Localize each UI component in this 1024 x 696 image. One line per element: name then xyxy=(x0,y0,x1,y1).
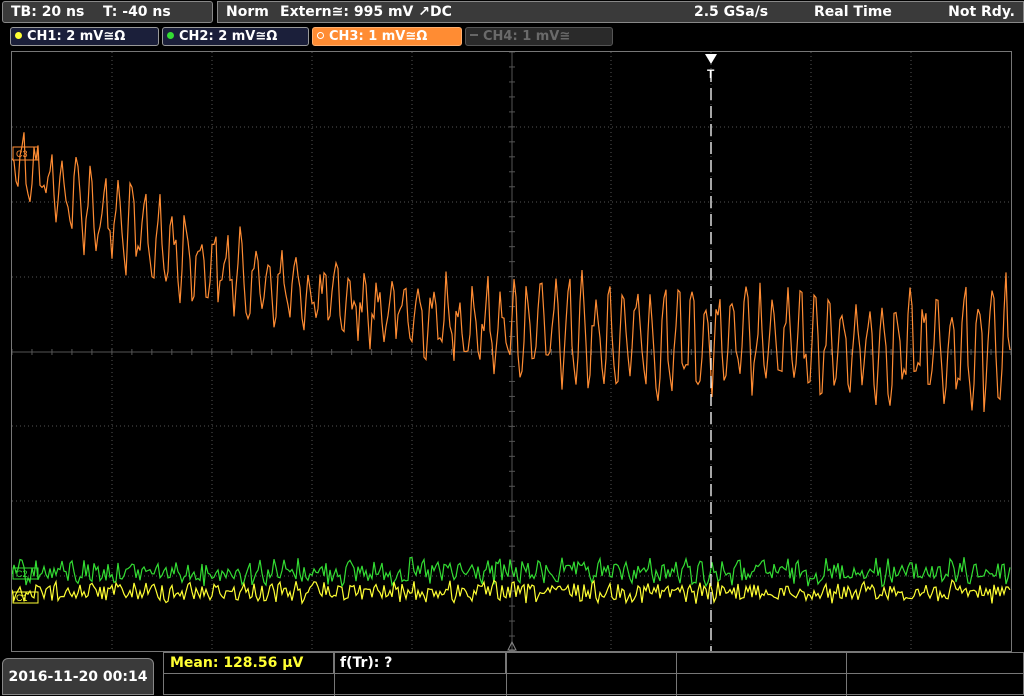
date-time-display: 2016-11-20 00:14 xyxy=(2,658,154,695)
measurement-panel[interactable]: Mean: 128.56 µV f(Tr): ? xyxy=(163,652,1024,696)
trigger-frequency-measurement[interactable]: f(Tr): ? xyxy=(334,653,506,674)
ch4-off-icon xyxy=(470,34,478,36)
channel-tab-ch1[interactable]: CH1: 2 mV≅Ω xyxy=(10,27,159,46)
acquisition-status-bar: Norm Extern≅: 995 mV ↗DC 2.5 GSa/s Real … xyxy=(217,1,1024,23)
ch3-label: CH3: 1 mV≅Ω xyxy=(329,29,428,44)
channel-tab-row: CH1: 2 mV≅Ω CH2: 2 mV≅Ω CH3: 1 mV≅Ω CH4:… xyxy=(0,26,1024,48)
ch2-marker-label: C2 xyxy=(16,569,28,579)
ch1-waveform xyxy=(12,578,1011,605)
ch3-waveform xyxy=(12,132,1011,413)
ch2-label: CH2: 2 mV≅Ω xyxy=(179,29,278,44)
trigger-source-label[interactable]: Extern≅: 995 mV ↗DC xyxy=(280,2,452,22)
run-state-label: Not Rdy. xyxy=(948,4,1015,20)
channel-tab-ch3[interactable]: CH3: 1 mV≅Ω xyxy=(312,27,462,46)
ch1-indicator-icon xyxy=(15,32,22,39)
sample-rate-label[interactable]: 2.5 GSa/s xyxy=(694,2,768,22)
channel-tab-ch2[interactable]: CH2: 2 mV≅Ω xyxy=(162,27,309,46)
channel-tab-ch4[interactable]: CH4: 1 mV≅ xyxy=(465,27,613,46)
bottom-bar: 2016-11-20 00:14 Mean: 128.56 µV f(Tr): … xyxy=(0,652,1024,696)
ch2-waveform xyxy=(12,556,1011,589)
waveform-display[interactable]: T C3 C2 C1 xyxy=(11,51,1012,652)
ch3-marker-label: C3 xyxy=(16,149,28,159)
trigger-mode-label[interactable]: Norm xyxy=(226,2,269,22)
mean-measurement[interactable]: Mean: 128.56 µV xyxy=(164,653,334,674)
top-bar: TB: 20 ns T: -40 ns Norm Extern≅: 995 mV… xyxy=(0,0,1024,24)
timebase-label[interactable]: TB: 20 ns xyxy=(11,2,84,22)
ch3-indicator-icon xyxy=(317,32,324,39)
waveform-graticule[interactable]: T C3 C2 C1 xyxy=(12,52,1011,651)
trigger-marker-label: T xyxy=(707,67,715,81)
graticule-grid xyxy=(12,52,1011,651)
timebase-panel[interactable]: TB: 20 ns T: -40 ns xyxy=(2,1,213,23)
ch4-label: CH4: 1 mV≅ xyxy=(483,29,571,44)
trigger-position-marker-icon[interactable] xyxy=(705,54,717,64)
trigger-offset-label[interactable]: T: -40 ns xyxy=(103,2,171,22)
acquisition-mode-label[interactable]: Real Time xyxy=(814,2,892,22)
ch1-label: CH1: 2 mV≅Ω xyxy=(27,29,126,44)
ch1-marker-label: C1 xyxy=(16,593,28,603)
ch2-indicator-icon xyxy=(167,32,174,39)
